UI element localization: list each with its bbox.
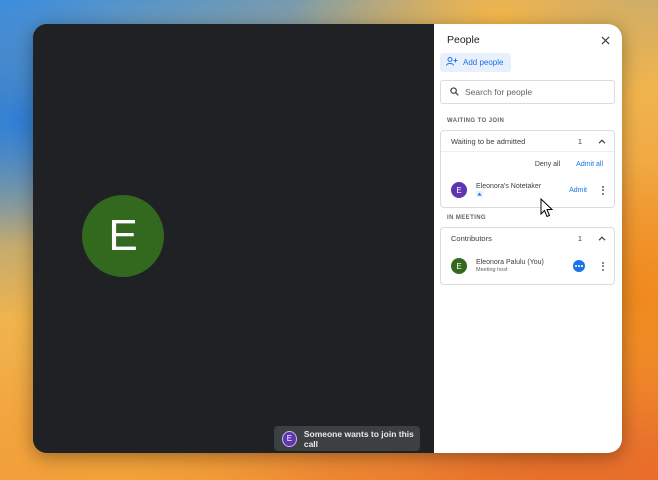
- add-people-label: Add people: [463, 58, 504, 67]
- panel-title: People: [447, 34, 480, 46]
- add-person-icon: [446, 57, 458, 68]
- more-vert-icon[interactable]: [598, 261, 608, 271]
- notetaker-icon: [476, 191, 483, 197]
- people-panel: People Add people WAITING TO JOIN: [434, 24, 622, 453]
- more-horiz-icon[interactable]: [573, 260, 585, 272]
- person-info: Eleonora Palulu (You) Meeting host: [476, 259, 573, 273]
- panel-header: People: [447, 31, 612, 49]
- waiting-count: 1: [577, 136, 582, 146]
- toast-avatar: E: [282, 430, 297, 447]
- person-info: Eleonora's Notetaker: [476, 183, 569, 197]
- more-vert-icon[interactable]: [598, 185, 608, 195]
- contributors-header-label: Contributors: [451, 233, 492, 243]
- search-box[interactable]: [440, 80, 615, 104]
- meet-window: E E Someone wants to join this call Peop…: [33, 24, 622, 453]
- waiting-card-header[interactable]: Waiting to be admitted 1: [441, 131, 614, 151]
- avatar: E: [451, 182, 467, 198]
- add-people-button[interactable]: Add people: [440, 53, 511, 72]
- deny-all-button[interactable]: Deny all: [535, 161, 560, 168]
- search-input[interactable]: [465, 87, 605, 97]
- person-name: Eleonora Palulu (You): [476, 259, 544, 266]
- waiting-person-row: E Eleonora's Notetaker Admit: [441, 176, 614, 204]
- toast-text: Someone wants to join this call: [303, 428, 414, 449]
- video-stage: E E Someone wants to join this call: [33, 24, 434, 453]
- admit-all-button[interactable]: Admit all: [576, 161, 603, 168]
- waiting-header-label: Waiting to be admitted: [451, 136, 526, 146]
- participant-avatar: E: [82, 195, 164, 277]
- mouse-cursor-icon: [540, 197, 554, 223]
- person-name: Eleonora's Notetaker: [476, 183, 542, 190]
- contributors-count: 1: [577, 233, 582, 243]
- waiting-actions: Deny all Admit all: [441, 151, 614, 176]
- waiting-section-label: WAITING TO JOIN: [447, 118, 505, 124]
- close-icon[interactable]: [598, 33, 612, 47]
- avatar: E: [451, 258, 467, 274]
- admit-button[interactable]: Admit: [569, 187, 587, 194]
- waiting-card: Waiting to be admitted 1 Deny all Admit …: [440, 130, 615, 208]
- in-meeting-section-label: IN MEETING: [447, 215, 487, 221]
- chevron-up-icon[interactable]: [598, 234, 606, 243]
- person-role: Meeting host: [476, 267, 508, 273]
- contributor-row: E Eleonora Palulu (You) Meeting host: [441, 248, 614, 284]
- contributors-card-header[interactable]: Contributors 1: [441, 228, 614, 248]
- chevron-up-icon[interactable]: [598, 137, 606, 146]
- contributors-card: Contributors 1 E Eleonora Palulu (You) M…: [440, 227, 615, 285]
- join-request-toast[interactable]: E Someone wants to join this call: [274, 426, 420, 451]
- search-icon: [450, 83, 459, 101]
